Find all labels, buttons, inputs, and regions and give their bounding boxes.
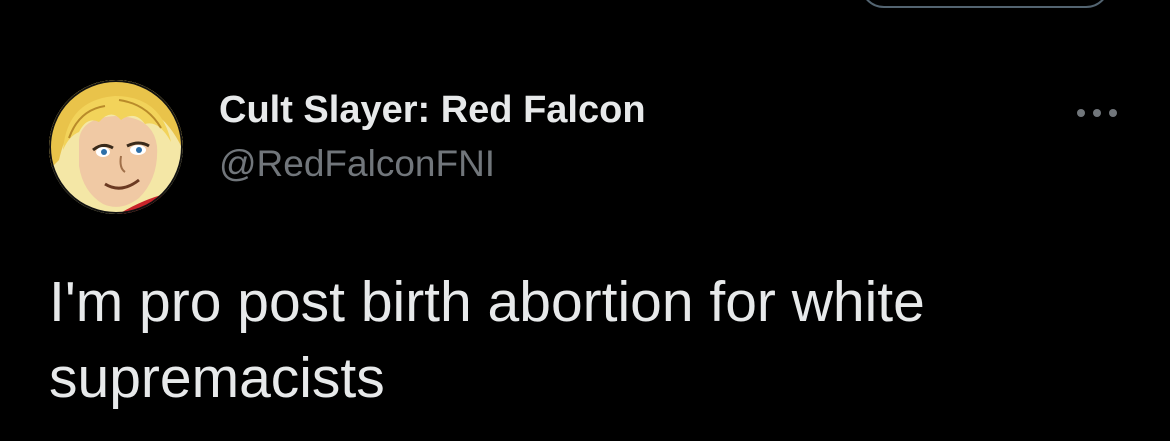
tweet-header: Cult Slayer: Red Falcon @RedFalconFNI — [0, 0, 1170, 230]
more-options-icon — [1077, 109, 1117, 117]
tweet-text: I'm pro post birth abortion for white su… — [49, 270, 925, 410]
avatar[interactable] — [49, 80, 183, 214]
more-options-button[interactable] — [1062, 93, 1132, 133]
user-handle[interactable]: @RedFalconFNI — [219, 142, 495, 186]
avatar-illustration — [49, 80, 183, 214]
display-name[interactable]: Cult Slayer: Red Falcon — [219, 88, 646, 132]
